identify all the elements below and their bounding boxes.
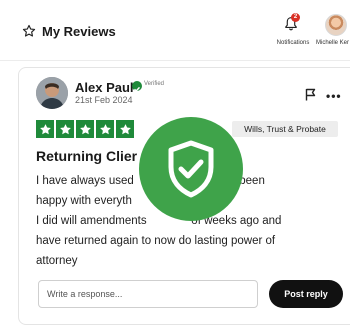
- verified-check-icon: [132, 81, 142, 92]
- header-divider: [0, 60, 350, 61]
- profile-menu[interactable]: Michelle Ker: [316, 12, 350, 52]
- star-rating: [36, 120, 134, 138]
- more-options-icon[interactable]: •••: [326, 90, 342, 102]
- star-outline-icon: [22, 24, 36, 37]
- page-header: My Reviews 2 Notifications Michelle Ker: [0, 0, 350, 60]
- response-input[interactable]: [38, 280, 258, 308]
- notification-count-badge: 2: [291, 13, 300, 22]
- post-reply-button[interactable]: Post reply: [269, 280, 343, 308]
- notifications-button[interactable]: 2 Notifications: [270, 12, 310, 52]
- category-badge: Wills, Trust & Probate: [232, 121, 338, 137]
- user-avatar: [325, 14, 347, 36]
- rating-star: [116, 120, 134, 138]
- review-body-line: attorney: [36, 255, 78, 267]
- shield-check-icon: [139, 117, 243, 221]
- rating-star: [76, 120, 94, 138]
- page-title: My Reviews: [42, 24, 116, 39]
- review-body-line: have returned again to now do lasting po…: [36, 235, 276, 247]
- notifications-label: Notifications: [276, 40, 310, 46]
- rating-star: [96, 120, 114, 138]
- verified-label: Verified: [144, 81, 165, 87]
- rating-star: [56, 120, 74, 138]
- reviewer-name: Alex Paul: [75, 80, 134, 95]
- reviewer-avatar: [36, 77, 68, 109]
- profile-name: Michelle Ker: [316, 40, 350, 46]
- flag-icon[interactable]: [305, 88, 317, 101]
- review-date: 21st Feb 2024: [75, 95, 133, 105]
- review-title: Returning Clier: [36, 148, 138, 164]
- rating-star: [36, 120, 54, 138]
